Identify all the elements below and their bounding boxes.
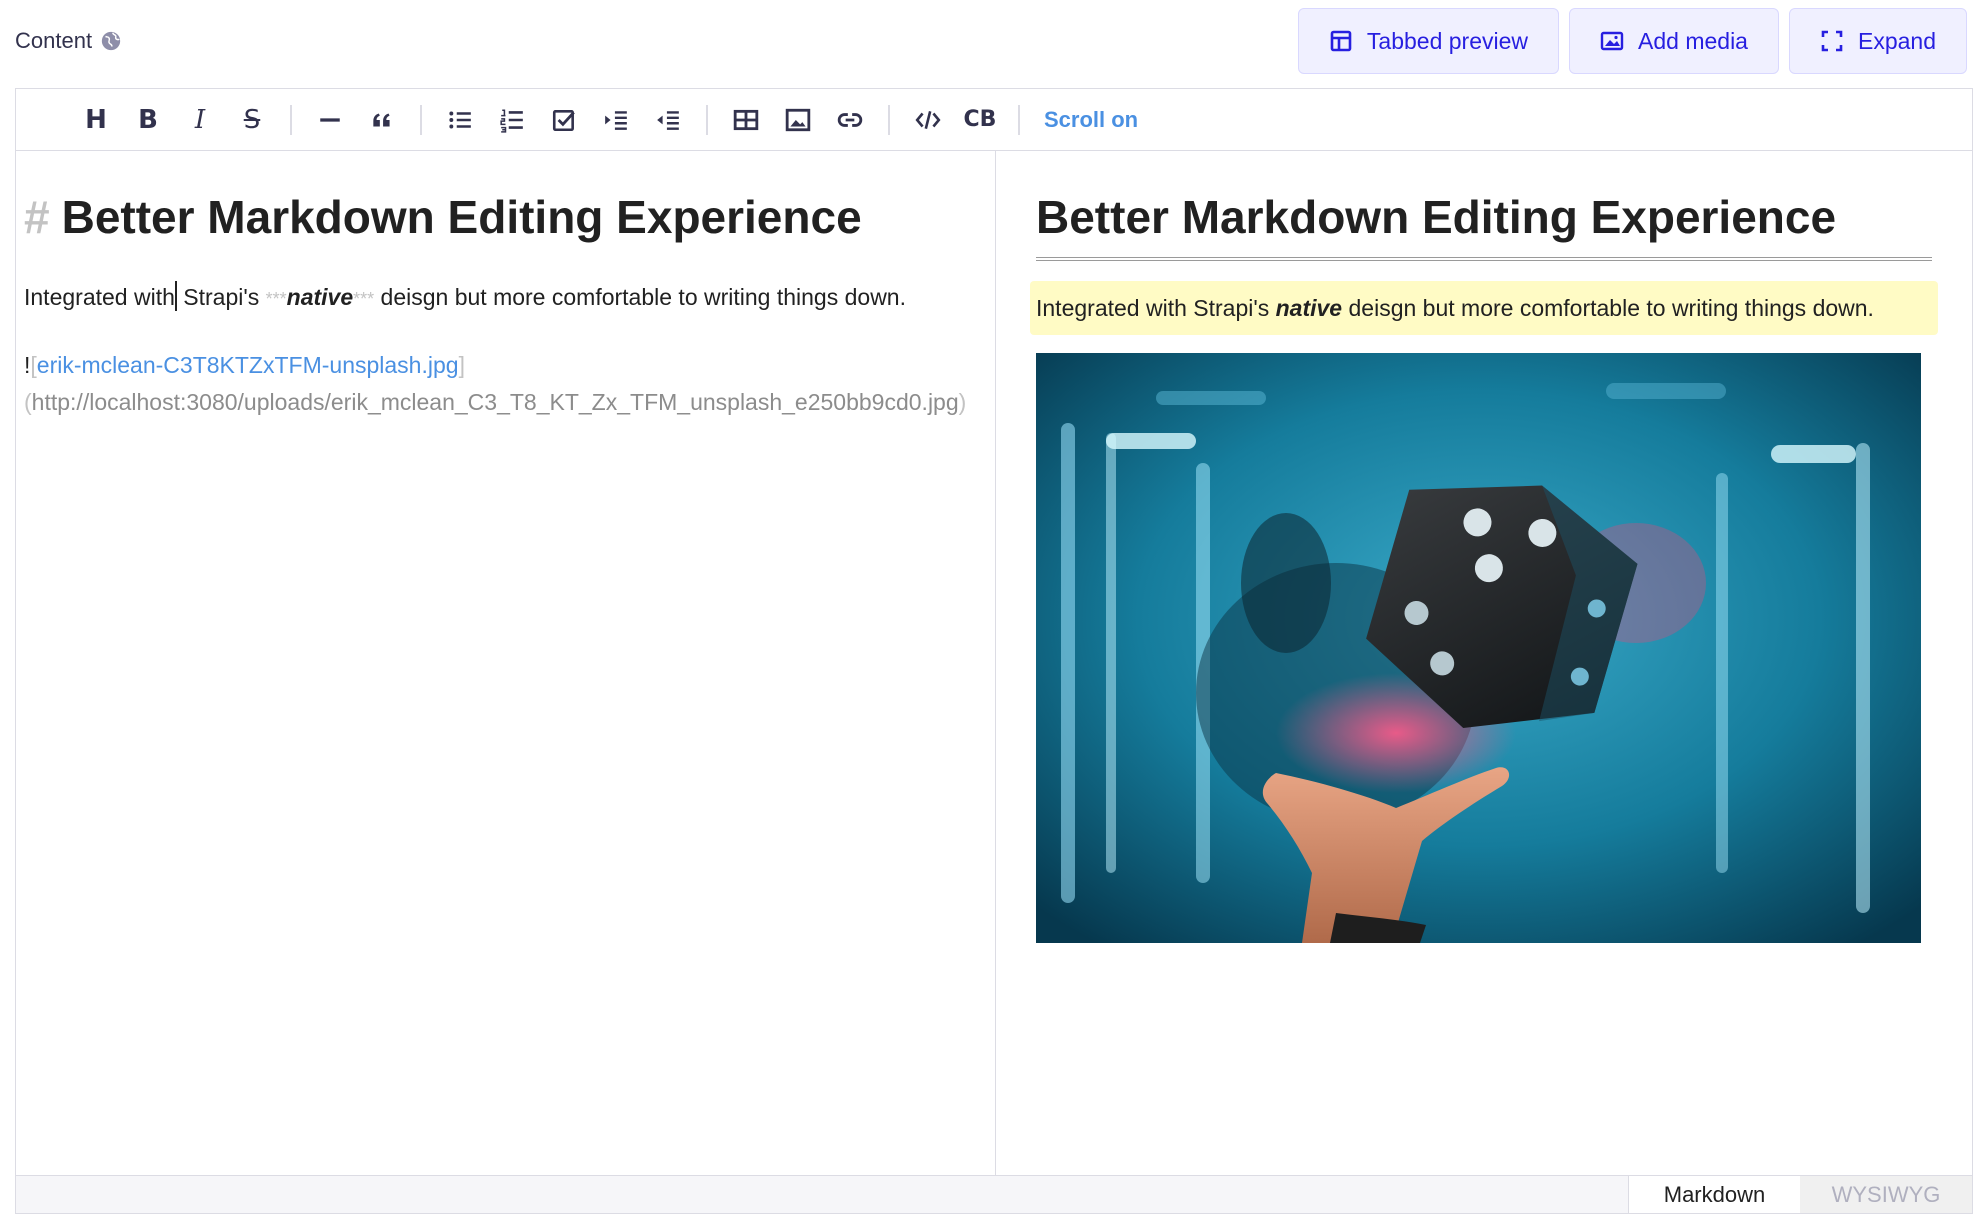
image-button[interactable] (772, 98, 824, 142)
bullet-list-button[interactable] (434, 98, 486, 142)
code-block-icon: CB (963, 107, 997, 132)
editor-toolbar: H B I S CB Scroll on (16, 89, 1972, 151)
editor-frame: H B I S CB Scroll on # Better Markdown E… (15, 88, 1973, 1214)
preview-emphasis: native (1275, 295, 1343, 321)
image-alt-text: erik-mclean-C3T8KTZxTFM-unsplash.jpg (36, 352, 459, 378)
scroll-sync-toggle[interactable]: Scroll on (1032, 107, 1138, 133)
toolbar-separator (706, 104, 708, 135)
expand-button[interactable]: Expand (1788, 8, 1967, 74)
table-icon (733, 109, 759, 130)
numbered-list-icon (500, 108, 523, 133)
preview-paragraph: Integrated with Strapi's native deisgn b… (1030, 281, 1938, 335)
editor-footer: Markdown WYSIWYG (16, 1175, 1972, 1213)
task-list-button[interactable] (538, 98, 590, 142)
emphasis-mark-close: *** (353, 289, 375, 309)
editor-mode-switch: Markdown WYSIWYG (1628, 1176, 1972, 1213)
globe-icon (101, 31, 121, 51)
table-button[interactable] (720, 98, 772, 142)
code-block-button[interactable]: CB (954, 98, 1006, 142)
code-icon (915, 110, 941, 129)
heading-icon: H (85, 104, 107, 135)
emphasis-text: native (286, 284, 354, 310)
outdent-button[interactable] (642, 98, 694, 142)
link-icon (837, 112, 863, 127)
link-button[interactable] (824, 98, 876, 142)
horizontal-rule-icon (320, 117, 340, 122)
bold-icon: B (138, 104, 158, 135)
code-button[interactable] (902, 98, 954, 142)
tabbed-preview-label: Tabbed preview (1366, 27, 1529, 54)
toolbar-separator (420, 104, 422, 135)
quote-icon (373, 113, 390, 126)
toolbar-separator (290, 104, 292, 135)
paragraph-text-mid: Strapi's (176, 284, 266, 310)
outdent-icon (657, 110, 679, 130)
indent-icon (605, 110, 627, 130)
toolbar-separator (1018, 104, 1020, 135)
markdown-mode-button[interactable]: Markdown (1628, 1176, 1800, 1213)
preview-heading: Better Markdown Editing Experience (1036, 189, 1932, 261)
expand-label: Expand (1857, 27, 1936, 54)
numbered-list-button[interactable] (486, 98, 538, 142)
bullet-list-icon (449, 111, 471, 128)
markdown-paragraph-line: Integrated with Strapi's ***native*** de… (24, 279, 987, 317)
preview-paragraph-end: deisgn but more comfortable to writing t… (1342, 295, 1874, 321)
toolbar-separator (888, 104, 890, 135)
markdown-preview-pane: Better Markdown Editing Experience Integ… (996, 151, 1972, 1177)
image-url-open: ( (24, 389, 32, 415)
image-url: http://localhost:3080/uploads/erik_mclea… (31, 389, 959, 415)
layout-icon (1330, 30, 1352, 52)
image-bracket-close: ] (458, 352, 465, 378)
preview-paragraph-start: Integrated with Strapi's (1036, 295, 1276, 321)
editor-panes: # Better Markdown Editing Experience Inte… (16, 151, 1972, 1177)
field-label: Content (15, 28, 122, 54)
add-media-button[interactable]: Add media (1569, 8, 1779, 74)
strikethrough-button[interactable]: S (226, 98, 278, 142)
markdown-image-line: ![erik-mclean-C3T8KTZxTFM-unsplash.jpg](… (24, 347, 987, 421)
image-url-close: ) (958, 389, 967, 415)
preview-image (1036, 353, 1921, 943)
expand-icon (1821, 30, 1843, 52)
markdown-editor-page: Content Tabbed preview Add media Expand … (0, 0, 1983, 1223)
field-header: Content Tabbed preview Add media Expand (15, 8, 1967, 74)
tabbed-preview-button[interactable]: Tabbed preview (1297, 8, 1560, 74)
image-icon (785, 108, 811, 131)
add-media-label: Add media (1638, 27, 1748, 54)
heading-mark: # (24, 191, 50, 243)
field-label-text: Content (15, 28, 93, 53)
indent-button[interactable] (590, 98, 642, 142)
checkbox-icon (552, 109, 575, 131)
header-actions: Tabbed preview Add media Expand (1297, 8, 1967, 74)
picture-icon (1600, 31, 1624, 51)
horizontal-rule-button[interactable] (304, 98, 356, 142)
italic-button[interactable]: I (174, 98, 226, 142)
markdown-heading-line: # Better Markdown Editing Experience (24, 189, 987, 245)
paragraph-text-start: Integrated with (24, 284, 175, 310)
heading-button[interactable]: H (70, 98, 122, 142)
bold-button[interactable]: B (122, 98, 174, 142)
quote-button[interactable] (356, 98, 408, 142)
markdown-source-pane[interactable]: # Better Markdown Editing Experience Inte… (16, 151, 996, 1177)
italic-icon: I (194, 104, 206, 135)
emphasis-mark-open: *** (265, 289, 287, 309)
paragraph-text-end: deisgn but more comfortable to writing t… (374, 284, 906, 310)
markdown-heading-text: Better Markdown Editing Experience (61, 191, 862, 243)
wysiwyg-mode-button[interactable]: WYSIWYG (1800, 1176, 1972, 1213)
strikethrough-icon: S (243, 104, 261, 135)
